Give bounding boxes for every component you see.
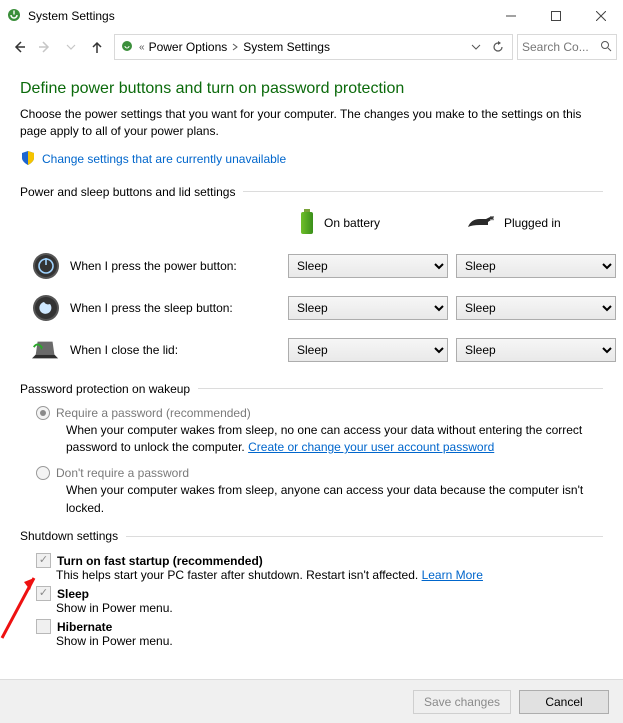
breadcrumb-root-icon (119, 38, 135, 57)
recent-dropdown-icon[interactable] (58, 34, 84, 60)
hibernate-desc: Show in Power menu. (20, 634, 603, 648)
maximize-button[interactable] (533, 2, 578, 30)
divider (243, 191, 603, 192)
footer: Save changes Cancel (0, 679, 623, 723)
radio-label: Don't require a password (56, 466, 189, 480)
section-label: Password protection on wakeup (20, 382, 190, 396)
sleep-button-battery-select[interactable]: Sleep (288, 296, 448, 320)
row-lid: When I close the lid: (20, 336, 280, 364)
radio-icon (36, 466, 50, 480)
breadcrumb-label: Power Options (149, 40, 228, 54)
password-radio-group: Require a password (recommended) When yo… (20, 406, 603, 518)
checkbox-fast-startup[interactable]: Turn on fast startup (recommended) (20, 553, 603, 568)
learn-more-link[interactable]: Learn More (422, 568, 483, 582)
breadcrumb[interactable]: « Power Options System Settings (114, 34, 513, 60)
radio-dont-require[interactable]: Don't require a password (36, 466, 603, 480)
row-label-text: When I press the power button: (70, 259, 237, 273)
radio-icon (36, 406, 50, 420)
section-label: Power and sleep buttons and lid settings (20, 185, 235, 199)
content: Define power buttons and turn on passwor… (0, 64, 623, 648)
power-button-battery-select[interactable]: Sleep (288, 254, 448, 278)
sleep-button-icon (32, 294, 60, 322)
plug-icon (466, 213, 496, 234)
breadcrumb-seg-system-settings[interactable]: System Settings (243, 40, 330, 54)
search-icon (600, 40, 612, 55)
row-label-text: When I close the lid: (70, 343, 178, 357)
create-password-link[interactable]: Create or change your user account passw… (248, 440, 494, 454)
section-label: Shutdown settings (20, 529, 118, 543)
fast-startup-desc: This helps start your PC faster after sh… (20, 568, 603, 582)
checkbox-hibernate[interactable]: Hibernate (20, 619, 603, 634)
radio-require-password[interactable]: Require a password (recommended) (36, 406, 603, 420)
row-power-button: When I press the power button: (20, 252, 280, 280)
search-input[interactable]: Search Co... (517, 34, 617, 60)
sleep-desc: Show in Power menu. (20, 601, 603, 615)
chevron-right-icon: « (139, 42, 145, 53)
power-grid: On battery Plugged in (20, 209, 603, 364)
power-button-ac-select[interactable]: Sleep (456, 254, 616, 278)
page-title: Define power buttons and turn on passwor… (20, 80, 603, 98)
back-button[interactable] (6, 34, 32, 60)
checkbox-label: Turn on fast startup (recommended) (57, 554, 263, 568)
checkbox-sleep[interactable]: Sleep (20, 586, 603, 601)
section-shutdown-heading: Shutdown settings (20, 529, 603, 543)
page-subtitle: Choose the power settings that you want … (20, 106, 603, 140)
window-title: System Settings (28, 9, 115, 23)
lid-battery-select[interactable]: Sleep (288, 338, 448, 362)
chevron-right-icon (231, 43, 239, 51)
row-sleep-button: When I press the sleep button: (20, 294, 280, 322)
navbar: « Power Options System Settings Search C… (0, 30, 623, 64)
checkbox-icon (36, 619, 51, 634)
laptop-lid-icon (32, 336, 60, 364)
battery-icon (298, 209, 316, 238)
window-controls (488, 2, 623, 30)
col-plugged-in: Plugged in (456, 213, 616, 234)
radio-require-desc: When your computer wakes from sleep, no … (36, 422, 603, 457)
col-label: On battery (324, 216, 380, 230)
breadcrumb-seg-power-options[interactable]: Power Options (149, 40, 240, 54)
refresh-button[interactable] (488, 37, 508, 57)
forward-button[interactable] (32, 34, 58, 60)
checkbox-icon (36, 553, 51, 568)
checkbox-label: Sleep (57, 587, 89, 601)
checkbox-label: Hibernate (57, 620, 112, 634)
divider (198, 388, 603, 389)
minimize-button[interactable] (488, 2, 533, 30)
col-label: Plugged in (504, 216, 561, 230)
up-button[interactable] (84, 34, 110, 60)
radio-dont-require-desc: When your computer wakes from sleep, any… (36, 482, 603, 517)
row-label-text: When I press the sleep button: (70, 301, 233, 315)
divider (126, 536, 603, 537)
desc-text: This helps start your PC faster after sh… (56, 568, 422, 582)
shield-icon (20, 150, 36, 169)
breadcrumb-label: System Settings (243, 40, 330, 54)
radio-label: Require a password (recommended) (56, 406, 251, 420)
power-button-icon (32, 252, 60, 280)
checkbox-icon (36, 586, 51, 601)
change-unavailable-label: Change settings that are currently unava… (42, 152, 286, 166)
titlebar: System Settings (0, 0, 623, 30)
breadcrumb-dropdown-icon[interactable] (466, 37, 486, 57)
save-button[interactable]: Save changes (413, 690, 511, 714)
section-password-heading: Password protection on wakeup (20, 382, 603, 396)
lid-ac-select[interactable]: Sleep (456, 338, 616, 362)
section-buttons-heading: Power and sleep buttons and lid settings (20, 185, 603, 199)
col-on-battery: On battery (288, 209, 448, 238)
sleep-button-ac-select[interactable]: Sleep (456, 296, 616, 320)
change-unavailable-link[interactable]: Change settings that are currently unava… (20, 150, 603, 169)
close-button[interactable] (578, 2, 623, 30)
app-icon (6, 7, 22, 26)
cancel-button[interactable]: Cancel (519, 690, 609, 714)
search-placeholder: Search Co... (522, 40, 596, 54)
